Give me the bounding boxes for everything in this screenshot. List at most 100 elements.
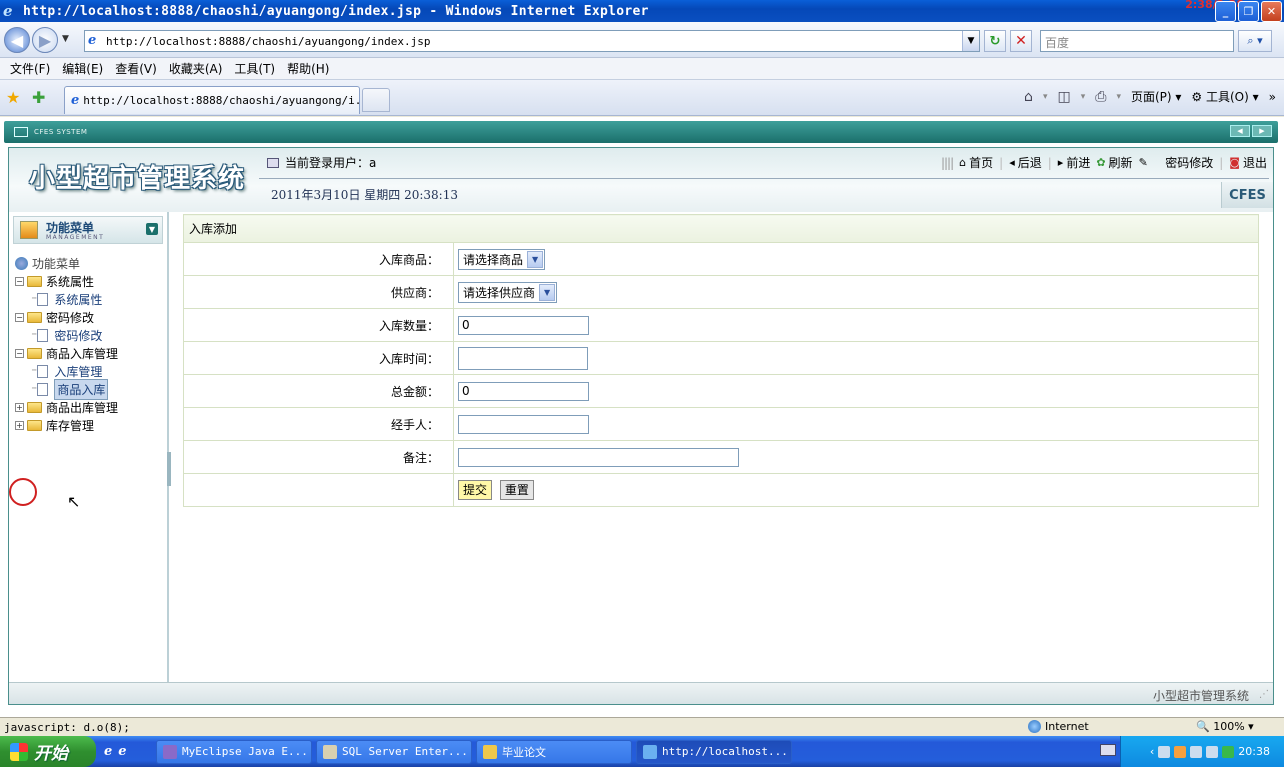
tree-leaf-system[interactable]: ····· 系统属性	[15, 290, 118, 308]
chevron-right-icon[interactable]: »	[1269, 90, 1276, 104]
menu-tools[interactable]: 工具(T)	[228, 60, 281, 77]
close-button[interactable]: ✕	[1261, 1, 1282, 22]
ie-quicklaunch-icon-2[interactable]: e	[118, 744, 126, 759]
shield-icon[interactable]	[1222, 745, 1235, 758]
feeds-icon[interactable]: ◫	[1057, 89, 1070, 105]
chevron-down-icon[interactable]: ▼	[539, 283, 556, 301]
taskbar-item-sqlserver[interactable]: SQL Server Enter...	[316, 739, 472, 764]
sidebar-header: 功能菜单 MANAGEMENT ▼	[13, 216, 163, 244]
tree-node-password[interactable]: − 密码修改	[15, 308, 118, 326]
home-icon[interactable]: ⌂	[1024, 89, 1033, 105]
menu-favorites[interactable]: 收藏夹(A)	[163, 60, 229, 77]
taskbar: 开始 e e MyEclipse Java E... SQL Server En…	[0, 736, 1284, 767]
prev-arrow-icon[interactable]: ◀	[1230, 125, 1250, 137]
taskbar-item-ie[interactable]: http://localhost...	[636, 739, 792, 764]
security-zone[interactable]: Internet	[1028, 720, 1089, 733]
security-icon[interactable]	[1174, 745, 1187, 758]
collapse-minus-icon[interactable]: −	[15, 312, 24, 322]
tree-leaf-label[interactable]: 密码修改	[54, 327, 102, 344]
volume-icon[interactable]	[1190, 745, 1203, 758]
stop-button[interactable]: ✕	[1010, 30, 1032, 52]
nav-logout[interactable]: ◙ 退出	[1229, 154, 1267, 171]
tree-node-system[interactable]: − 系统属性	[15, 272, 118, 290]
browser-tab-active[interactable]: e http://localhost:8888/chaoshi/ayuangon…	[64, 86, 375, 114]
sidebar-resize-handle[interactable]	[167, 452, 171, 486]
next-arrow-icon[interactable]: ▶	[1252, 125, 1272, 137]
address-url[interactable]: http://localhost:8888/chaoshi/ayuangong/…	[106, 35, 431, 48]
zoom-level[interactable]: 🔍 100% ▾	[1196, 720, 1254, 733]
folder-icon	[27, 275, 42, 287]
keyboard-icon[interactable]	[1100, 744, 1116, 756]
submit-button[interactable]: 提交	[458, 480, 493, 500]
minimize-button[interactable]: _	[1215, 1, 1236, 22]
nav-home[interactable]: ⌂ 首页	[959, 154, 993, 171]
supplier-label: 供应商：	[183, 275, 454, 309]
product-select[interactable]: 请选择商品 ▼	[458, 248, 546, 270]
tree-root[interactable]: 功能菜单	[15, 254, 118, 272]
nav-password[interactable]: ✎ 密码修改	[1139, 154, 1214, 171]
folder-icon	[27, 401, 42, 413]
search-input[interactable]: 百度	[1040, 30, 1234, 52]
forward-button[interactable]: ▶	[32, 27, 58, 53]
refresh-button[interactable]: ↻	[984, 30, 1006, 52]
network-icon[interactable]	[1158, 745, 1171, 758]
page-icon	[37, 292, 49, 306]
search-button[interactable]: ⌕ ▾	[1238, 30, 1272, 52]
maximize-button[interactable]: ❐	[1238, 1, 1259, 22]
nav-refresh[interactable]: ✿ 刷新	[1096, 154, 1132, 171]
print-icon[interactable]: ⎙	[1095, 89, 1106, 105]
chevron-down-icon[interactable]: ▼	[527, 250, 544, 268]
current-datetime: 2011年3月10日 星期四 20:38:13	[271, 188, 458, 202]
favorites-star-icon[interactable]: ★	[6, 88, 20, 107]
collapse-icon[interactable]: ▼	[146, 223, 158, 235]
main-content: 入库添加 入库商品： 请选择商品 ▼ 供应商： 请选择供应商 ▼ 入库数量： 0 入…	[183, 214, 1259, 507]
actions-label-cell	[183, 473, 454, 507]
supplier-select[interactable]: 请选择供应商 ▼	[458, 281, 558, 303]
menu-help[interactable]: 帮助(H)	[281, 60, 335, 77]
ie-quicklaunch-icon[interactable]: e	[104, 744, 112, 759]
back-icon: ◂	[1009, 156, 1015, 169]
collapse-minus-icon[interactable]: −	[15, 276, 24, 286]
tree-leaf-label-selected[interactable]: 商品入库	[54, 378, 109, 400]
nav-forward[interactable]: ▸ 前进	[1058, 154, 1091, 171]
tree-leaf-password[interactable]: ····· 密码修改	[15, 326, 118, 344]
sidebar: 功能菜单 MANAGEMENT ▼ 功能菜单 − 系统属性 ····· 系统属性 −…	[9, 212, 171, 682]
menu-view[interactable]: 查看(V)	[109, 60, 163, 77]
start-button[interactable]: 开始	[0, 736, 96, 767]
add-favorite-icon[interactable]: ✚	[32, 88, 45, 107]
date-input[interactable]	[458, 346, 588, 370]
tree-node-stockin[interactable]: − 商品入库管理	[15, 344, 118, 362]
tools-menu[interactable]: ⚙ 工具(O) ▾	[1191, 88, 1258, 105]
tree-node-inventory[interactable]: + 库存管理	[15, 416, 118, 434]
folder-icon	[27, 347, 42, 359]
clock[interactable]: 20:38	[1238, 745, 1270, 758]
reset-button[interactable]: 重置	[499, 480, 534, 500]
tree-leaf-label[interactable]: 系统属性	[54, 291, 102, 308]
handler-input[interactable]	[458, 414, 589, 434]
menu-edit[interactable]: 编辑(E)	[56, 60, 109, 77]
tree-leaf-label[interactable]: 入库管理	[54, 363, 102, 380]
monitor-tray-icon[interactable]	[1206, 745, 1219, 758]
tree-node-stockout[interactable]: + 商品出库管理	[15, 398, 118, 416]
address-bar[interactable]: e http://localhost:8888/chaoshi/ayuangon…	[84, 30, 980, 52]
expand-plus-icon[interactable]: +	[15, 420, 24, 430]
remark-input[interactable]	[458, 447, 739, 467]
address-toolbar: ◀ ▶ ▼ e http://localhost:8888/chaoshi/ay…	[0, 22, 1284, 58]
taskbar-item-myeclipse[interactable]: MyEclipse Java E...	[156, 739, 312, 764]
expand-plus-icon[interactable]: +	[15, 402, 24, 412]
menu-file[interactable]: 文件(F)	[4, 60, 56, 77]
taskbar-item-thesis[interactable]: 毕业论文	[476, 739, 632, 764]
quantity-input[interactable]: 0	[458, 315, 589, 335]
address-dropdown-icon[interactable]: ▼	[962, 31, 979, 51]
total-input[interactable]: 0	[458, 381, 589, 401]
back-button[interactable]: ◀	[4, 27, 30, 53]
history-dropdown-icon[interactable]: ▼	[62, 34, 69, 44]
tray-expand-icon[interactable]: ‹	[1150, 745, 1154, 758]
new-tab-button[interactable]	[362, 88, 390, 112]
page-menu[interactable]: 页面(P) ▾	[1131, 88, 1181, 105]
tree-leaf-stockin-manage[interactable]: ····· 入库管理	[15, 362, 118, 380]
collapse-minus-icon[interactable]: −	[15, 348, 24, 358]
nav-back[interactable]: ◂ 后退	[1009, 154, 1042, 171]
tree-leaf-stockin-add[interactable]: ····· 商品入库	[15, 378, 118, 400]
home-icon: ⌂	[959, 156, 967, 169]
